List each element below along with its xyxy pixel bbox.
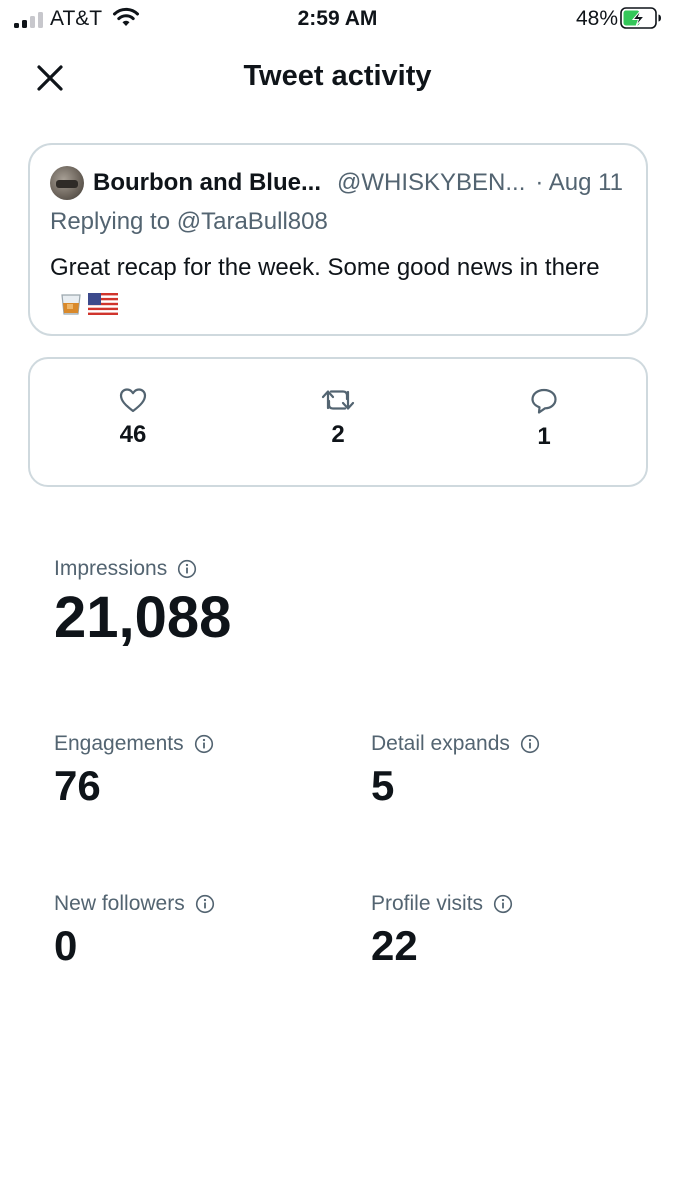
clock-time: 2:59 AM — [297, 7, 378, 30]
replying-to: Replying to @TaraBull808 — [50, 208, 328, 235]
avatar[interactable] — [50, 166, 84, 200]
profile-visits-label: Profile visits — [371, 892, 484, 915]
new-followers-metric: New followers 0 — [54, 892, 215, 970]
battery-percent: 48% — [575, 7, 618, 30]
tweet-header: Bourbon and Blue... @WHISKYBEN... · Aug … — [50, 166, 630, 200]
info-icon[interactable] — [177, 559, 197, 579]
replies-count: 1 — [537, 423, 551, 450]
status-bar: AT&T 2:59 AM 48% — [0, 0, 675, 40]
whisky-glass-emoji-icon — [61, 294, 81, 315]
detail-expands-value: 5 — [371, 762, 395, 809]
tweet-card[interactable]: Bourbon and Blue... @WHISKYBEN... · Aug … — [28, 143, 648, 336]
new-followers-label-row: New followers — [54, 892, 215, 916]
reply-icon — [531, 388, 557, 414]
info-icon[interactable] — [493, 894, 513, 914]
profile-visits-metric: Profile visits 22 — [371, 892, 513, 970]
info-icon[interactable] — [195, 894, 215, 914]
impressions-value: 21,088 — [54, 585, 232, 650]
profile-visits-label-row: Profile visits — [371, 892, 513, 916]
page-title: Tweet activity — [243, 60, 432, 92]
tweet-text: Great recap for the week. Some good news… — [50, 249, 620, 323]
detail-expands-label: Detail expands — [371, 732, 510, 755]
new-followers-value: 0 — [54, 922, 78, 969]
engagements-label: Engagements — [54, 732, 184, 755]
engagements-label-row: Engagements — [54, 732, 214, 756]
retweets-stat[interactable]: 2 — [278, 387, 398, 449]
new-followers-label: New followers — [54, 892, 185, 915]
likes-count: 46 — [119, 421, 147, 448]
author-handle[interactable]: @WHISKYBEN... — [337, 169, 525, 197]
us-flag-emoji-icon — [88, 293, 118, 315]
header: Tweet activity — [0, 48, 675, 104]
profile-visits-value: 22 — [371, 922, 418, 969]
retweets-count: 2 — [331, 421, 345, 448]
impressions-metric: Impressions 21,088 — [54, 557, 231, 649]
retweet-icon — [321, 390, 355, 410]
impressions-label: Impressions — [54, 557, 168, 580]
engagements-value: 76 — [54, 762, 101, 809]
battery-charging-icon — [620, 7, 661, 29]
info-icon[interactable] — [520, 734, 540, 754]
engagements-metric: Engagements 76 — [54, 732, 214, 810]
impressions-label-row: Impressions — [54, 557, 231, 581]
tweet-body: Great recap for the week. Some good news… — [50, 254, 600, 281]
likes-stat[interactable]: 46 — [73, 387, 193, 449]
detail-expands-label-row: Detail expands — [371, 732, 540, 756]
tweet-date: · Aug 11 — [535, 169, 624, 196]
info-icon[interactable] — [194, 734, 214, 754]
engagement-counts: 46 2 1 — [28, 357, 648, 487]
author-name[interactable]: Bourbon and Blue... — [93, 169, 321, 197]
replies-stat[interactable]: 1 — [484, 387, 604, 451]
heart-icon — [119, 388, 147, 413]
detail-expands-metric: Detail expands 5 — [371, 732, 540, 810]
